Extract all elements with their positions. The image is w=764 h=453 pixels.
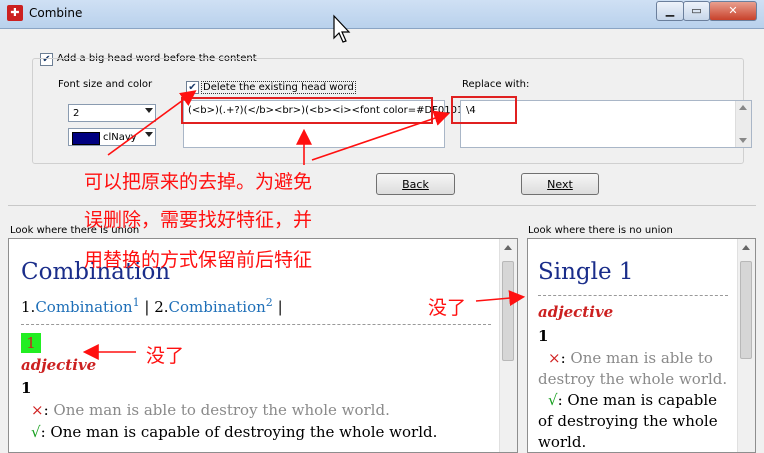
- annotation-gone-right: 没了: [428, 297, 467, 319]
- annotation-line-1: 可以把原来的去掉。为避免: [84, 171, 313, 193]
- annotation-line-2: 误删除，需要找好特征，并: [84, 209, 313, 231]
- arrow-to-replace: [311, 110, 451, 161]
- annotation-line-3: 用替换的方式保留前后特征: [84, 249, 313, 271]
- arrow-to-checkbox: [107, 90, 197, 156]
- arrow-right-gone: [475, 290, 526, 307]
- annotation-gone-left: 没了: [146, 345, 185, 367]
